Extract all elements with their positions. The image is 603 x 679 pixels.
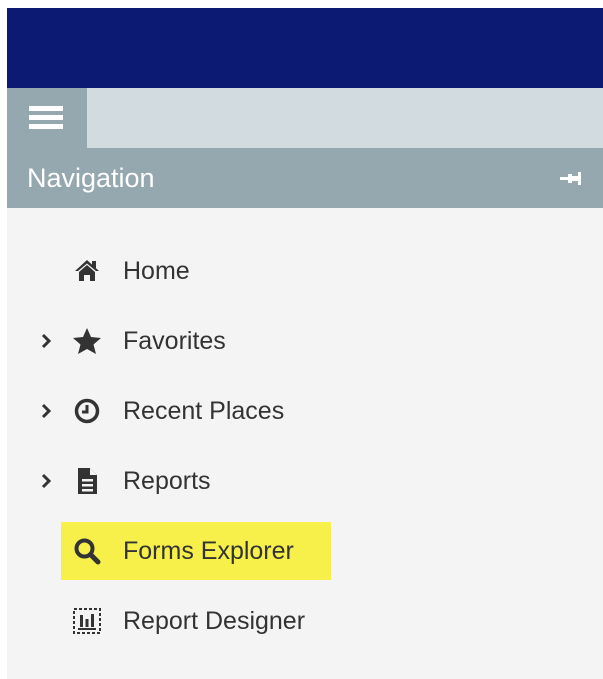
chevron-right-icon[interactable] [39, 472, 53, 490]
top-banner [7, 8, 603, 88]
star-icon [73, 328, 101, 354]
nav-item-label: Report Designer [123, 607, 306, 635]
nav-item-favorites[interactable]: Favorites [7, 316, 427, 366]
nav-item-label: Reports [123, 467, 211, 495]
chevron-right-icon[interactable] [39, 402, 53, 420]
nav-item-label: Forms Explorer [123, 537, 294, 565]
navigation-title: Navigation [27, 163, 155, 193]
search-icon [74, 538, 101, 565]
nav-item-recent-places[interactable]: Recent Places [7, 386, 427, 436]
nav-item-reports[interactable]: Reports [7, 456, 427, 506]
pin-icon[interactable] [560, 169, 582, 187]
report-designer-icon [73, 608, 101, 634]
home-icon [75, 260, 99, 281]
app-frame: Navigation Home Favorites Recent Places … [7, 8, 603, 679]
nav-item-forms-explorer[interactable]: Forms Explorer [7, 526, 427, 576]
menu-button[interactable] [7, 88, 87, 148]
nav-item-label: Favorites [123, 327, 226, 355]
hamburger-icon [29, 106, 63, 130]
nav-item-report-designer[interactable]: Report Designer [7, 596, 427, 646]
nav-item-label: Home [123, 257, 190, 285]
toolbar [7, 88, 603, 148]
clock-icon [74, 398, 100, 424]
chevron-right-icon[interactable] [39, 332, 53, 350]
navigation-header: Navigation [7, 148, 603, 208]
nav-item-label: Recent Places [123, 397, 285, 425]
document-icon [78, 468, 97, 494]
nav-item-home[interactable]: Home [7, 246, 427, 296]
